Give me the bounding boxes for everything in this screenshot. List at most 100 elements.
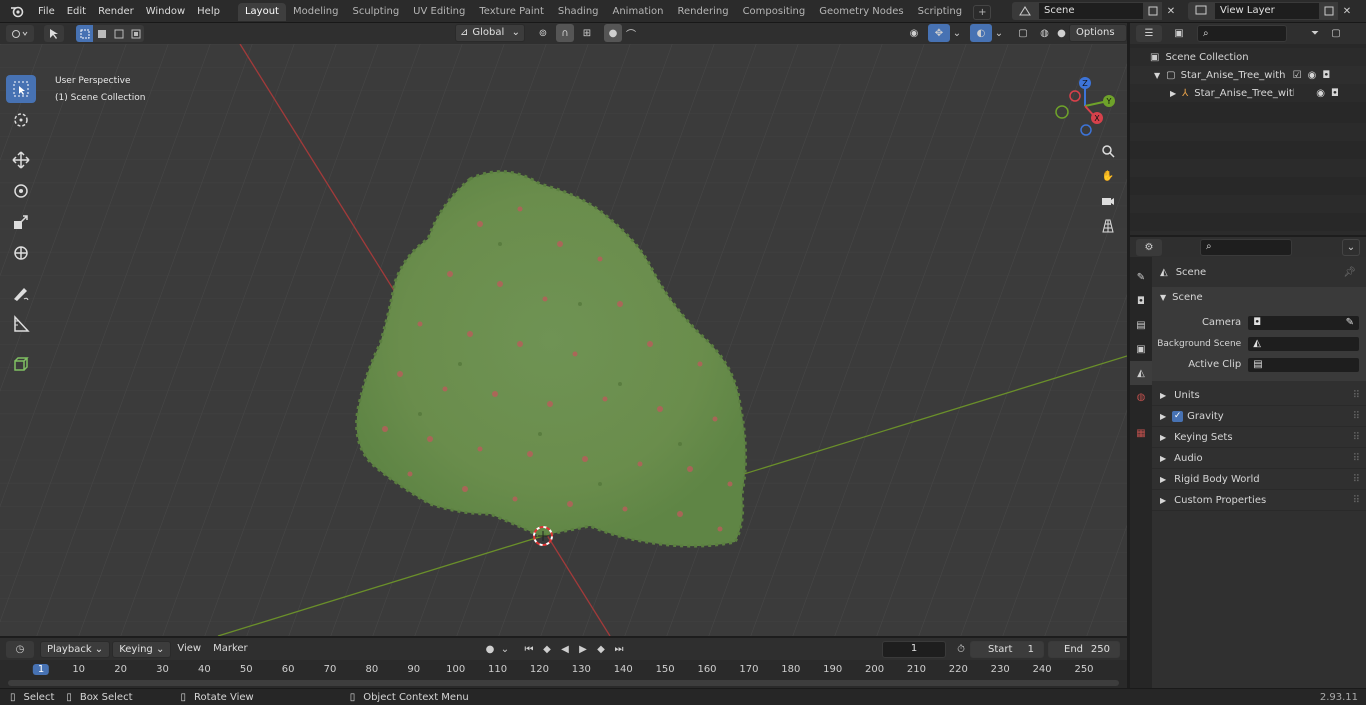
pan-hand-icon[interactable]: ✋ bbox=[1097, 165, 1119, 187]
delete-scene-icon[interactable]: ✕ bbox=[1162, 2, 1180, 20]
stopwatch-icon[interactable]: ⏱ bbox=[952, 641, 970, 658]
texture-tab-icon[interactable]: ▦ bbox=[1130, 421, 1152, 445]
section-gravity[interactable]: ▶ ✓ Gravity ⠿ bbox=[1152, 406, 1366, 427]
section-units[interactable]: ▶ Units ⠿ bbox=[1152, 385, 1366, 406]
select-extend-icon[interactable] bbox=[93, 25, 110, 42]
keying-menu[interactable]: Keying ⌄ bbox=[112, 640, 172, 658]
gizmo-toggle-icon[interactable]: ✥ bbox=[928, 24, 950, 42]
tab-scripting[interactable]: Scripting bbox=[911, 3, 969, 21]
section-keying-sets[interactable]: ▶ Keying Sets ⠿ bbox=[1152, 427, 1366, 448]
proportional-falloff-icon[interactable]: ⌒ bbox=[622, 24, 640, 42]
timeline-editor-type-icon[interactable]: ◷ bbox=[6, 640, 34, 658]
drag-handle-icon[interactable]: ⠿ bbox=[1353, 432, 1360, 443]
prev-keyframe-icon[interactable]: ◆ bbox=[538, 641, 556, 657]
move-tool-icon[interactable] bbox=[6, 146, 36, 174]
view-layer-tab-icon[interactable]: ▣ bbox=[1130, 337, 1152, 361]
solid-shading-icon[interactable]: ● bbox=[1053, 24, 1070, 42]
scale-tool-icon[interactable] bbox=[6, 208, 36, 236]
scene-icon[interactable] bbox=[1012, 2, 1038, 20]
filter-icon[interactable]: ⏷ bbox=[1303, 25, 1327, 42]
new-view-layer-icon[interactable] bbox=[1320, 2, 1338, 20]
auto-keying-icon[interactable]: ● bbox=[482, 641, 498, 657]
tweak-tool-icon[interactable] bbox=[44, 25, 64, 42]
camera-icon[interactable]: ◘ bbox=[1331, 88, 1339, 99]
cursor-tool-icon[interactable] bbox=[6, 106, 36, 134]
pin-icon[interactable]: 📌︎ bbox=[1343, 267, 1356, 278]
next-keyframe-icon[interactable]: ◆ bbox=[592, 641, 610, 657]
3d-viewport[interactable]: User Perspective (1) Scene Collection Z … bbox=[0, 44, 1127, 636]
outliner-row-tree-collection[interactable]: ▼ ▢ Star_Anise_Tree_with_Fruits_( ☑ ◉ ◘ bbox=[1130, 66, 1366, 84]
frame-ruler[interactable]: 1 10 20 30 40 50 60 70 80 90 100 110 120 130 140 150 160… bbox=[0, 660, 1127, 688]
zoom-icon[interactable] bbox=[1097, 140, 1119, 162]
snap-toggle-icon[interactable]: ∩ bbox=[556, 24, 574, 42]
transform-orientation-dropdown[interactable]: ⊿ Global ⌄ bbox=[455, 24, 525, 42]
eye-icon[interactable]: ◉ bbox=[1316, 88, 1325, 99]
menu-help[interactable]: Help bbox=[191, 0, 226, 23]
xray-toggle-icon[interactable]: ▢ bbox=[1014, 24, 1032, 42]
active-clip-field[interactable]: ▤ bbox=[1247, 356, 1360, 373]
camera-icon[interactable]: ◘ bbox=[1322, 70, 1330, 81]
current-frame-field[interactable]: 1 bbox=[882, 641, 946, 658]
play-icon[interactable]: ▶ bbox=[574, 641, 592, 657]
add-cube-tool-icon[interactable] bbox=[6, 350, 36, 378]
expand-arrow-icon[interactable]: ▼ bbox=[1154, 71, 1160, 80]
drag-handle-icon[interactable]: ⠿ bbox=[1353, 474, 1360, 485]
select-set-icon[interactable] bbox=[76, 25, 93, 42]
select-intersect-icon[interactable] bbox=[127, 25, 144, 42]
properties-search-input[interactable]: ⌕ bbox=[1200, 238, 1292, 256]
section-rigid-body-world[interactable]: ▶ Rigid Body World ⠿ bbox=[1152, 469, 1366, 490]
menu-window[interactable]: Window bbox=[140, 0, 191, 23]
tab-layout[interactable]: Layout bbox=[237, 2, 286, 21]
outliner-row-scene-collection[interactable]: ▣ Scene Collection bbox=[1130, 48, 1366, 66]
scene-panel-header[interactable]: ▼ Scene bbox=[1152, 287, 1366, 308]
scene-tab-icon[interactable]: ◭ bbox=[1130, 361, 1152, 385]
drag-handle-icon[interactable]: ⠿ bbox=[1353, 453, 1360, 464]
select-box-tool-icon[interactable] bbox=[6, 75, 36, 103]
new-scene-icon[interactable] bbox=[1144, 2, 1162, 20]
navigation-gizmo[interactable]: Z Y X bbox=[1050, 74, 1120, 139]
snap-target-icon[interactable]: ⊞ bbox=[574, 24, 600, 42]
camera-view-icon[interactable] bbox=[1097, 190, 1119, 212]
playback-menu[interactable]: Playback ⌄ bbox=[40, 640, 111, 658]
jump-end-icon[interactable]: ⏭ bbox=[610, 641, 628, 657]
delete-view-layer-icon[interactable]: ✕ bbox=[1338, 2, 1356, 20]
new-collection-icon[interactable]: ▢ bbox=[1327, 25, 1345, 42]
add-workspace-button[interactable]: + bbox=[973, 4, 992, 20]
tab-geometry-nodes[interactable]: Geometry Nodes bbox=[812, 3, 910, 21]
editor-type-selector[interactable] bbox=[6, 25, 34, 42]
section-custom-properties[interactable]: ▶ Custom Properties ⠿ bbox=[1152, 490, 1366, 511]
timeline-view-menu[interactable]: View bbox=[171, 638, 207, 660]
start-frame-field[interactable]: Start 1 bbox=[970, 641, 1044, 658]
select-subtract-icon[interactable] bbox=[110, 25, 127, 42]
overlay-toggle-icon[interactable]: ◐ bbox=[970, 24, 992, 42]
rotate-tool-icon[interactable] bbox=[6, 177, 36, 205]
tab-rendering[interactable]: Rendering bbox=[670, 3, 735, 21]
background-scene-field[interactable]: ◭ bbox=[1247, 335, 1360, 352]
jump-start-icon[interactable]: ⏮ bbox=[520, 641, 538, 657]
proportional-edit-icon[interactable]: ● bbox=[604, 24, 622, 42]
menu-file[interactable]: File bbox=[32, 0, 61, 23]
perspective-toggle-icon[interactable] bbox=[1097, 215, 1119, 237]
section-audio[interactable]: ▶ Audio ⠿ bbox=[1152, 448, 1366, 469]
wireframe-shading-icon[interactable]: ◍ bbox=[1036, 24, 1053, 42]
tab-texture-paint[interactable]: Texture Paint bbox=[472, 3, 551, 21]
end-frame-field[interactable]: End 250 bbox=[1048, 641, 1120, 658]
tab-shading[interactable]: Shading bbox=[551, 3, 606, 21]
transform-tool-icon[interactable] bbox=[6, 239, 36, 267]
play-reverse-icon[interactable]: ◀ bbox=[556, 641, 574, 657]
properties-editor-type-icon[interactable]: ⚙ bbox=[1136, 238, 1162, 256]
outliner-row-tree-object[interactable]: ▶ ⅄ Star_Anise_Tree_with_Fn ◉ ◘ bbox=[1130, 84, 1366, 102]
drag-handle-icon[interactable]: ⠿ bbox=[1353, 411, 1360, 422]
eyedropper-icon[interactable]: ✎ bbox=[1346, 316, 1354, 330]
gravity-checkbox[interactable]: ✓ bbox=[1172, 410, 1184, 422]
overlay-dropdown-icon[interactable]: ⌄ bbox=[992, 24, 1006, 42]
gizmo-dropdown-icon[interactable]: ⌄ bbox=[950, 24, 964, 42]
keying-dropdown-icon[interactable]: ⌄ bbox=[498, 641, 512, 657]
render-tab-icon[interactable]: ◘ bbox=[1130, 289, 1152, 313]
tool-tab-icon[interactable]: ✎ bbox=[1130, 265, 1152, 289]
pivot-point-icon[interactable]: ⊚ bbox=[530, 24, 556, 42]
menu-render[interactable]: Render bbox=[92, 0, 140, 23]
properties-dropdown-icon[interactable]: ⌄ bbox=[1342, 238, 1360, 256]
display-mode-icon[interactable]: ▣ bbox=[1165, 25, 1193, 42]
output-tab-icon[interactable]: ▤ bbox=[1130, 313, 1152, 337]
